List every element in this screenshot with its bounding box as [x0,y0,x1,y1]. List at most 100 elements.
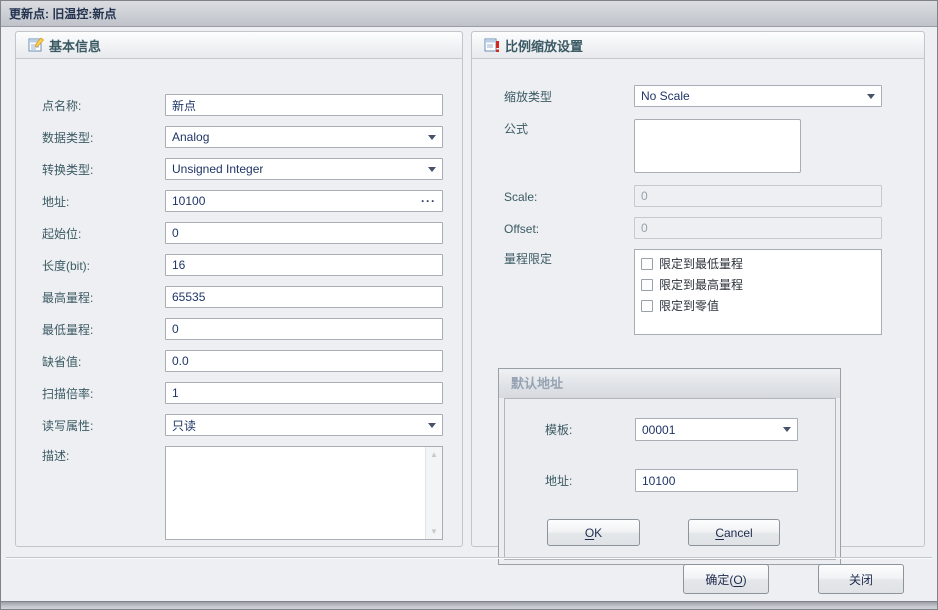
dialog-title: 更新点: 旧温控:新点 [9,5,116,22]
description-field: ▲ ▼ [165,446,443,540]
checkbox-unchecked-icon[interactable] [641,258,653,270]
default-address-label: 地址: [545,472,635,489]
panel-title: 比例缩放设置 [505,36,583,55]
scale-type-label: 缩放类型 [504,87,634,105]
button-label: O [585,526,594,540]
address-value: 10100 [172,194,205,208]
close-button[interactable]: 关闭 [818,564,904,594]
cancel-button[interactable]: Cancel [688,519,780,546]
form-row-rw-attr: 读写属性: 只读 [42,414,443,436]
form-row-range-limit: 量程限定 限定到最低量程 限定到最高量程 限定到零值 [504,249,924,335]
form-row-start-bit: 起始位: [42,222,443,244]
limit-high-checkbox-item[interactable]: 限定到最高量程 [641,275,875,294]
range-limit-label: 量程限定 [504,249,634,267]
alert-form-icon [484,37,500,53]
form-row-length: 长度(bit): [42,254,443,276]
form-row-template: 模板: 00001 [545,418,798,441]
button-label: O [733,573,742,587]
form-row-range-low: 最低量程: [42,318,443,340]
default-address-group: 默认地址 模板: 00001 地址: OK [498,368,841,565]
address-label: 地址: [42,192,165,210]
button-label: 关闭 [849,573,873,587]
panel-title: 基本信息 [49,36,101,55]
data-type-select[interactable]: Analog [165,126,443,148]
checkbox-label: 限定到零值 [659,297,719,314]
chevron-down-icon [428,167,436,172]
form-row-scale: Scale: [504,185,924,207]
template-label: 模板: [545,421,635,438]
scroll-down-icon[interactable]: ▼ [430,527,438,536]
conversion-type-value: Unsigned Integer [172,162,263,176]
form-row-conversion-type: 转换类型: Unsigned Integer [42,158,443,180]
length-label: 长度(bit): [42,256,165,274]
basic-info-body: 点名称: 数据类型: Analog 转换类型: Unsigned Integer… [16,59,462,540]
basic-info-header: 基本信息 [16,32,462,59]
template-value: 00001 [642,423,675,437]
checkbox-label: 限定到最低量程 [659,255,743,272]
form-row-data-type: 数据类型: Analog [42,126,443,148]
length-input[interactable] [165,254,443,276]
conversion-type-select[interactable]: Unsigned Integer [165,158,443,180]
form-row-offset: Offset: [504,217,924,239]
description-scrollbar[interactable]: ▲ ▼ [425,447,442,539]
range-high-input[interactable] [165,286,443,308]
range-high-label: 最高量程: [42,288,165,306]
basic-info-panel: 基本信息 点名称: 数据类型: Analog 转换类型: Unsigned In… [15,31,463,547]
ok-button[interactable]: OK [547,519,640,546]
start-bit-input[interactable] [165,222,443,244]
form-row-point-name: 点名称: [42,94,443,116]
checkbox-unchecked-icon[interactable] [641,279,653,291]
scale-settings-body: 缩放类型 No Scale 公式 Scale: Offset: 量程限定 [472,59,924,546]
formula-textarea[interactable] [634,119,801,173]
form-row-address: 地址: 10100 ··· [42,190,443,212]
confirm-button[interactable]: 确定(O) [683,564,769,594]
conversion-type-label: 转换类型: [42,160,165,178]
description-textarea[interactable] [166,447,425,539]
range-low-input[interactable] [165,318,443,340]
scan-rate-label: 扫描倍率: [42,384,165,402]
limit-zero-checkbox-item[interactable]: 限定到零值 [641,296,875,315]
scale-settings-header: 比例缩放设置 [472,32,924,59]
default-value-input[interactable] [165,350,443,372]
formula-label: 公式 [504,119,634,137]
scroll-up-icon[interactable]: ▲ [430,450,438,459]
template-select[interactable]: 00001 [635,418,798,441]
rw-attr-select[interactable]: 只读 [165,414,443,436]
address-browse-button[interactable]: ··· [421,197,436,205]
form-row-default-address: 地址: [545,469,798,492]
data-type-label: 数据类型: [42,128,165,146]
button-label: ancel [724,526,753,540]
form-row-description: 描述: ▲ ▼ [42,446,443,540]
edit-form-icon [28,37,44,53]
default-value-label: 缺省值: [42,352,165,370]
update-point-dialog: 更新点: 旧温控:新点 基本信息 点名称: 数据类型: Analog [0,0,938,610]
footer-separator [6,557,932,559]
default-address-input[interactable] [635,469,798,492]
form-row-scale-type: 缩放类型 No Scale [504,85,924,107]
form-row-default-value: 缺省值: [42,350,443,372]
default-address-body: 模板: 00001 地址: OK Cancel [504,398,836,560]
button-label: ) [743,573,747,587]
checkbox-unchecked-icon[interactable] [641,300,653,312]
window-bottom-edge [1,601,937,609]
scale-settings-panel: 比例缩放设置 缩放类型 No Scale 公式 Scale: Offset: [471,31,925,547]
scan-rate-input[interactable] [165,382,443,404]
range-limit-listbox[interactable]: 限定到最低量程 限定到最高量程 限定到零值 [634,249,882,335]
form-row-range-high: 最高量程: [42,286,443,308]
address-input[interactable]: 10100 ··· [165,190,443,212]
offset-input [634,217,882,239]
chevron-down-icon [428,423,436,428]
rw-attr-label: 读写属性: [42,416,165,434]
range-low-label: 最低量程: [42,320,165,338]
start-bit-label: 起始位: [42,224,165,242]
point-name-input[interactable] [165,94,443,116]
point-name-label: 点名称: [42,96,165,114]
form-row-formula: 公式 [504,119,924,173]
scale-type-select[interactable]: No Scale [634,85,882,107]
limit-low-checkbox-item[interactable]: 限定到最低量程 [641,254,875,273]
chevron-down-icon [783,427,791,432]
description-label: 描述: [42,446,165,464]
chevron-down-icon [428,135,436,140]
data-type-value: Analog [172,130,209,144]
offset-label: Offset: [504,221,634,236]
